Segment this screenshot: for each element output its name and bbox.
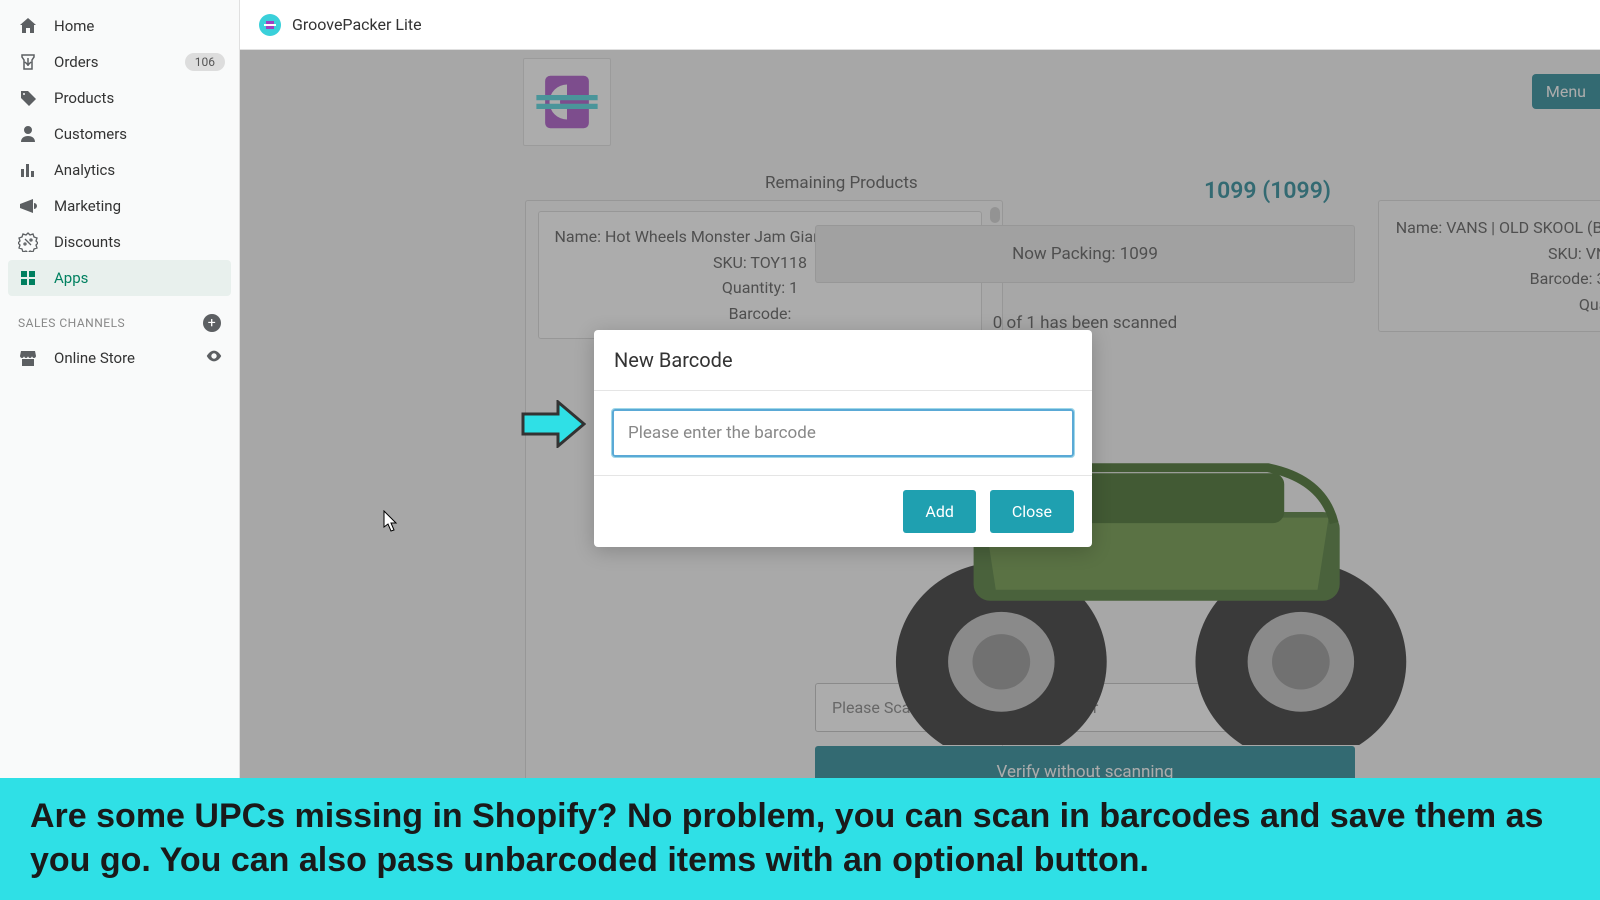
- nav-label: Online Store: [54, 349, 135, 367]
- person-icon: [18, 124, 38, 144]
- store-icon: [18, 348, 38, 368]
- nav-label: Home: [54, 17, 94, 35]
- now-packing-box: Now Packing: 1099: [815, 225, 1355, 283]
- menu-button[interactable]: Menu: [1532, 74, 1600, 109]
- arrow-icon: [521, 400, 586, 448]
- megaphone-icon: [18, 196, 38, 216]
- analytics-icon: [18, 160, 38, 180]
- order-number: 1099 (1099): [1204, 177, 1331, 204]
- app-header: GroovePacker Lite: [240, 0, 1600, 50]
- sidebar: Home Orders 106 Products Customers Analy…: [0, 0, 240, 900]
- nav-label: Marketing: [54, 197, 121, 215]
- groovepacker-logo: [523, 58, 611, 146]
- apps-icon: [18, 268, 38, 288]
- caption-bar: Are some UPCs missing in Shopify? No pro…: [0, 778, 1600, 900]
- product-barcode: Barcode: 360789147369: [1391, 266, 1600, 292]
- app-logo-icon: [258, 13, 282, 37]
- product-name: Name: VANS | OLD SKOOL (BUTTERFLY) TRUE …: [1391, 215, 1600, 241]
- product-qty: Quantity: 1: [1391, 292, 1600, 318]
- eye-icon[interactable]: [205, 347, 223, 369]
- nav-products[interactable]: Products: [0, 80, 239, 116]
- barcode-input[interactable]: [612, 409, 1074, 457]
- nav-apps[interactable]: Apps: [8, 260, 231, 296]
- add-button[interactable]: Add: [903, 490, 975, 533]
- nav-online-store[interactable]: Online Store: [0, 340, 239, 376]
- add-channel-icon[interactable]: +: [203, 314, 221, 332]
- orders-badge: 106: [185, 53, 225, 71]
- modal-title: New Barcode: [594, 330, 1092, 391]
- orders-icon: [18, 52, 38, 72]
- new-barcode-modal: New Barcode Add Close: [594, 330, 1092, 547]
- remaining-title: Remaining Products: [765, 173, 918, 193]
- nav-marketing[interactable]: Marketing: [0, 188, 239, 224]
- section-label: SALES CHANNELS: [18, 316, 125, 330]
- discount-icon: [18, 232, 38, 252]
- home-icon: [18, 16, 38, 36]
- nav-label: Customers: [54, 125, 127, 143]
- nav-label: Discounts: [54, 233, 121, 251]
- tag-icon: [18, 88, 38, 108]
- nav-label: Orders: [54, 53, 99, 71]
- nav-label: Products: [54, 89, 114, 107]
- nav-label: Analytics: [54, 161, 115, 179]
- nav-label: Apps: [54, 269, 88, 287]
- scanned-product-card[interactable]: Name: VANS | OLD SKOOL (BUTTERFLY) TRUE …: [1378, 200, 1600, 332]
- nav-analytics[interactable]: Analytics: [0, 152, 239, 188]
- nav-customers[interactable]: Customers: [0, 116, 239, 152]
- scrollbar-thumb[interactable]: [990, 207, 1000, 223]
- sales-channels-header: SALES CHANNELS +: [0, 296, 239, 340]
- nav-orders[interactable]: Orders 106: [0, 44, 239, 80]
- nav-discounts[interactable]: Discounts: [0, 224, 239, 260]
- app-title: GroovePacker Lite: [292, 15, 422, 34]
- product-sku: SKU: VN-08-white-4: [1391, 241, 1600, 267]
- nav-home[interactable]: Home: [0, 8, 239, 44]
- close-button[interactable]: Close: [990, 490, 1074, 533]
